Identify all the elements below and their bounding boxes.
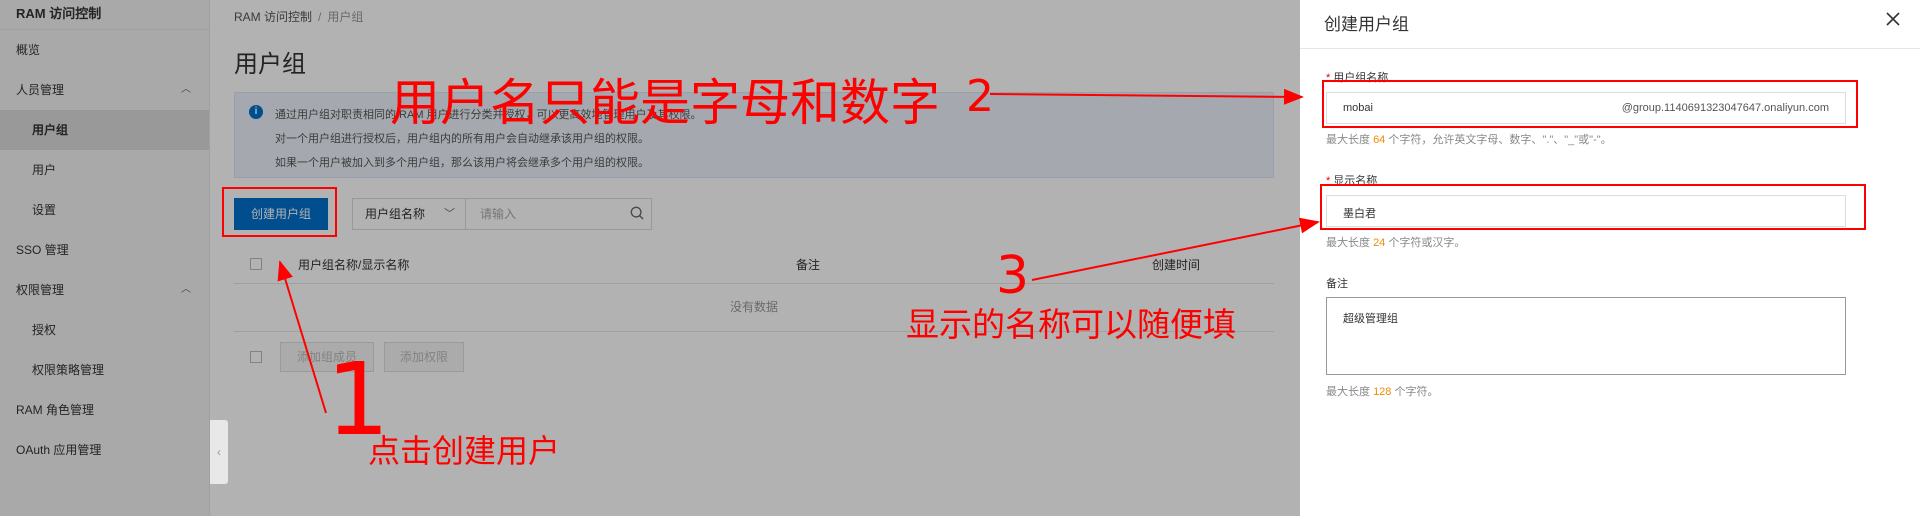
group-name-hint: 最大长度 64 个字符，允许英文字母、数字、"."、"_"或"-"。 [1326, 131, 1612, 147]
remark-hint: 最大长度 128 个字符。 [1326, 383, 1438, 399]
hint-text: 最大长度 [1326, 386, 1370, 398]
drawer-title: 创建用户组 [1324, 15, 1409, 34]
annotation-step-2-text: 用户名只能是字母和数字 [390, 74, 940, 132]
annotation-step-1-text: 点击创建用户 [368, 432, 561, 470]
create-user-group-drawer: 创建用户组 * 用户组名称 mobai @group.11406913230476… [1300, 0, 1920, 516]
remark-textarea[interactable]: 超级管理组 [1326, 297, 1846, 375]
hint-number: 64 [1373, 134, 1386, 146]
annotation-highlight-create-button [222, 187, 337, 237]
annotation-step-3-text: 显示的名称可以随便填 [906, 305, 1236, 344]
remark-value: 超级管理组 [1343, 313, 1398, 325]
display-name-hint: 最大长度 24 个字符或汉字。 [1326, 234, 1465, 250]
hint-text: 个字符。 [1394, 386, 1439, 398]
drawer-divider [1300, 48, 1920, 49]
annotation-highlight-group-name [1322, 80, 1858, 128]
hint-text: 个字符或汉字。 [1388, 237, 1466, 249]
hint-text: 最大长度 [1326, 134, 1370, 146]
annotation-step-3-number: 3 [996, 246, 1030, 306]
hint-text: 个字符，允许英文字母、数字、"."、"_"或"-"。 [1388, 134, 1612, 146]
close-icon[interactable] [1884, 10, 1902, 28]
annotation-highlight-display-name [1320, 184, 1866, 230]
hint-number: 128 [1373, 386, 1392, 398]
annotation-step-2-number: 2 [966, 71, 994, 122]
collapse-sidebar-icon[interactable]: ‹ [210, 420, 228, 484]
hint-number: 24 [1373, 237, 1386, 249]
remark-label: 备注 [1326, 278, 1348, 290]
hint-text: 最大长度 [1326, 237, 1370, 249]
